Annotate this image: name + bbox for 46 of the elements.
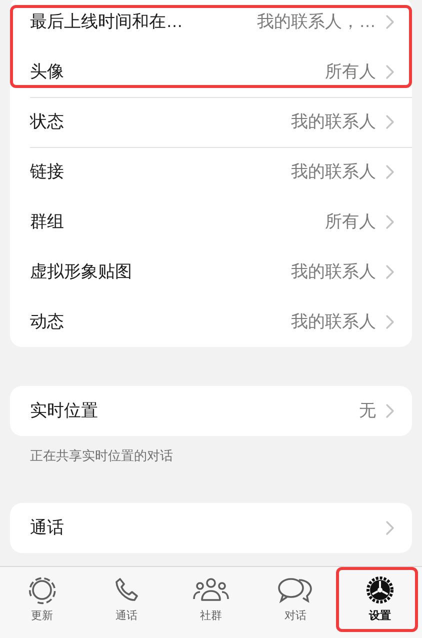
chevron-icon xyxy=(386,165,394,179)
chevron-icon xyxy=(386,520,394,534)
tab[interactable]: 设置 xyxy=(338,567,422,638)
setting-row[interactable]: 实时位置 无 xyxy=(10,386,412,436)
tab[interactable]: 更新 xyxy=(0,567,84,638)
chevron-icon xyxy=(386,315,394,329)
people-icon xyxy=(193,576,230,604)
setting-label: 状态 xyxy=(30,111,64,134)
setting-label: 动态 xyxy=(30,311,64,334)
setting-label: 群组 xyxy=(30,211,64,234)
tab[interactable]: 社群 xyxy=(168,567,254,638)
setting-label: 实时位置 xyxy=(30,400,98,422)
settings-icon xyxy=(364,575,395,605)
setting-value: 我的联系人 xyxy=(291,111,376,134)
chevron-icon xyxy=(386,265,394,279)
tab[interactable]: 通话 xyxy=(84,567,169,638)
section-caption: 正在共享实时位置的对话 xyxy=(29,447,174,465)
phone-icon xyxy=(112,576,141,604)
setting-row[interactable]: 虚拟形象贴图 我的联系人 xyxy=(10,247,412,297)
status-ring-icon xyxy=(27,575,58,605)
setting-row[interactable]: 群组 所有人 xyxy=(10,197,412,247)
setting-value: 所有人 xyxy=(325,211,376,234)
setting-label: 链接 xyxy=(30,161,64,184)
setting-value: 我的联系人 xyxy=(291,161,376,184)
chevron-icon xyxy=(386,65,394,79)
chevron-icon xyxy=(386,215,394,229)
setting-row[interactable]: 头像 所有人 xyxy=(10,47,412,97)
setting-row[interactable]: 最后上线时间和在… 我的联系人，… xyxy=(10,0,412,47)
setting-label: 通话 xyxy=(30,516,64,539)
chevron-icon xyxy=(386,404,394,418)
tab[interactable]: 对话 xyxy=(253,567,338,638)
chat-bubbles-icon xyxy=(277,576,314,604)
setting-label: 头像 xyxy=(30,61,64,84)
setting-value: 无 xyxy=(359,400,376,422)
setting-value: 我的联系人 xyxy=(291,311,376,334)
setting-row[interactable]: 动态 我的联系人 xyxy=(10,297,412,347)
chevron-icon xyxy=(386,15,394,29)
setting-value: 我的联系人，… xyxy=(257,11,376,34)
setting-label: 虚拟形象贴图 xyxy=(30,261,132,284)
setting-row[interactable]: 通话 xyxy=(10,502,412,552)
setting-row[interactable]: 状态 我的联系人 xyxy=(10,97,412,147)
chevron-icon xyxy=(386,115,394,129)
setting-row[interactable]: 链接 我的联系人 xyxy=(10,147,412,197)
setting-value: 我的联系人 xyxy=(291,261,376,284)
setting-label: 最后上线时间和在… xyxy=(30,11,183,34)
setting-value: 所有人 xyxy=(325,61,376,84)
